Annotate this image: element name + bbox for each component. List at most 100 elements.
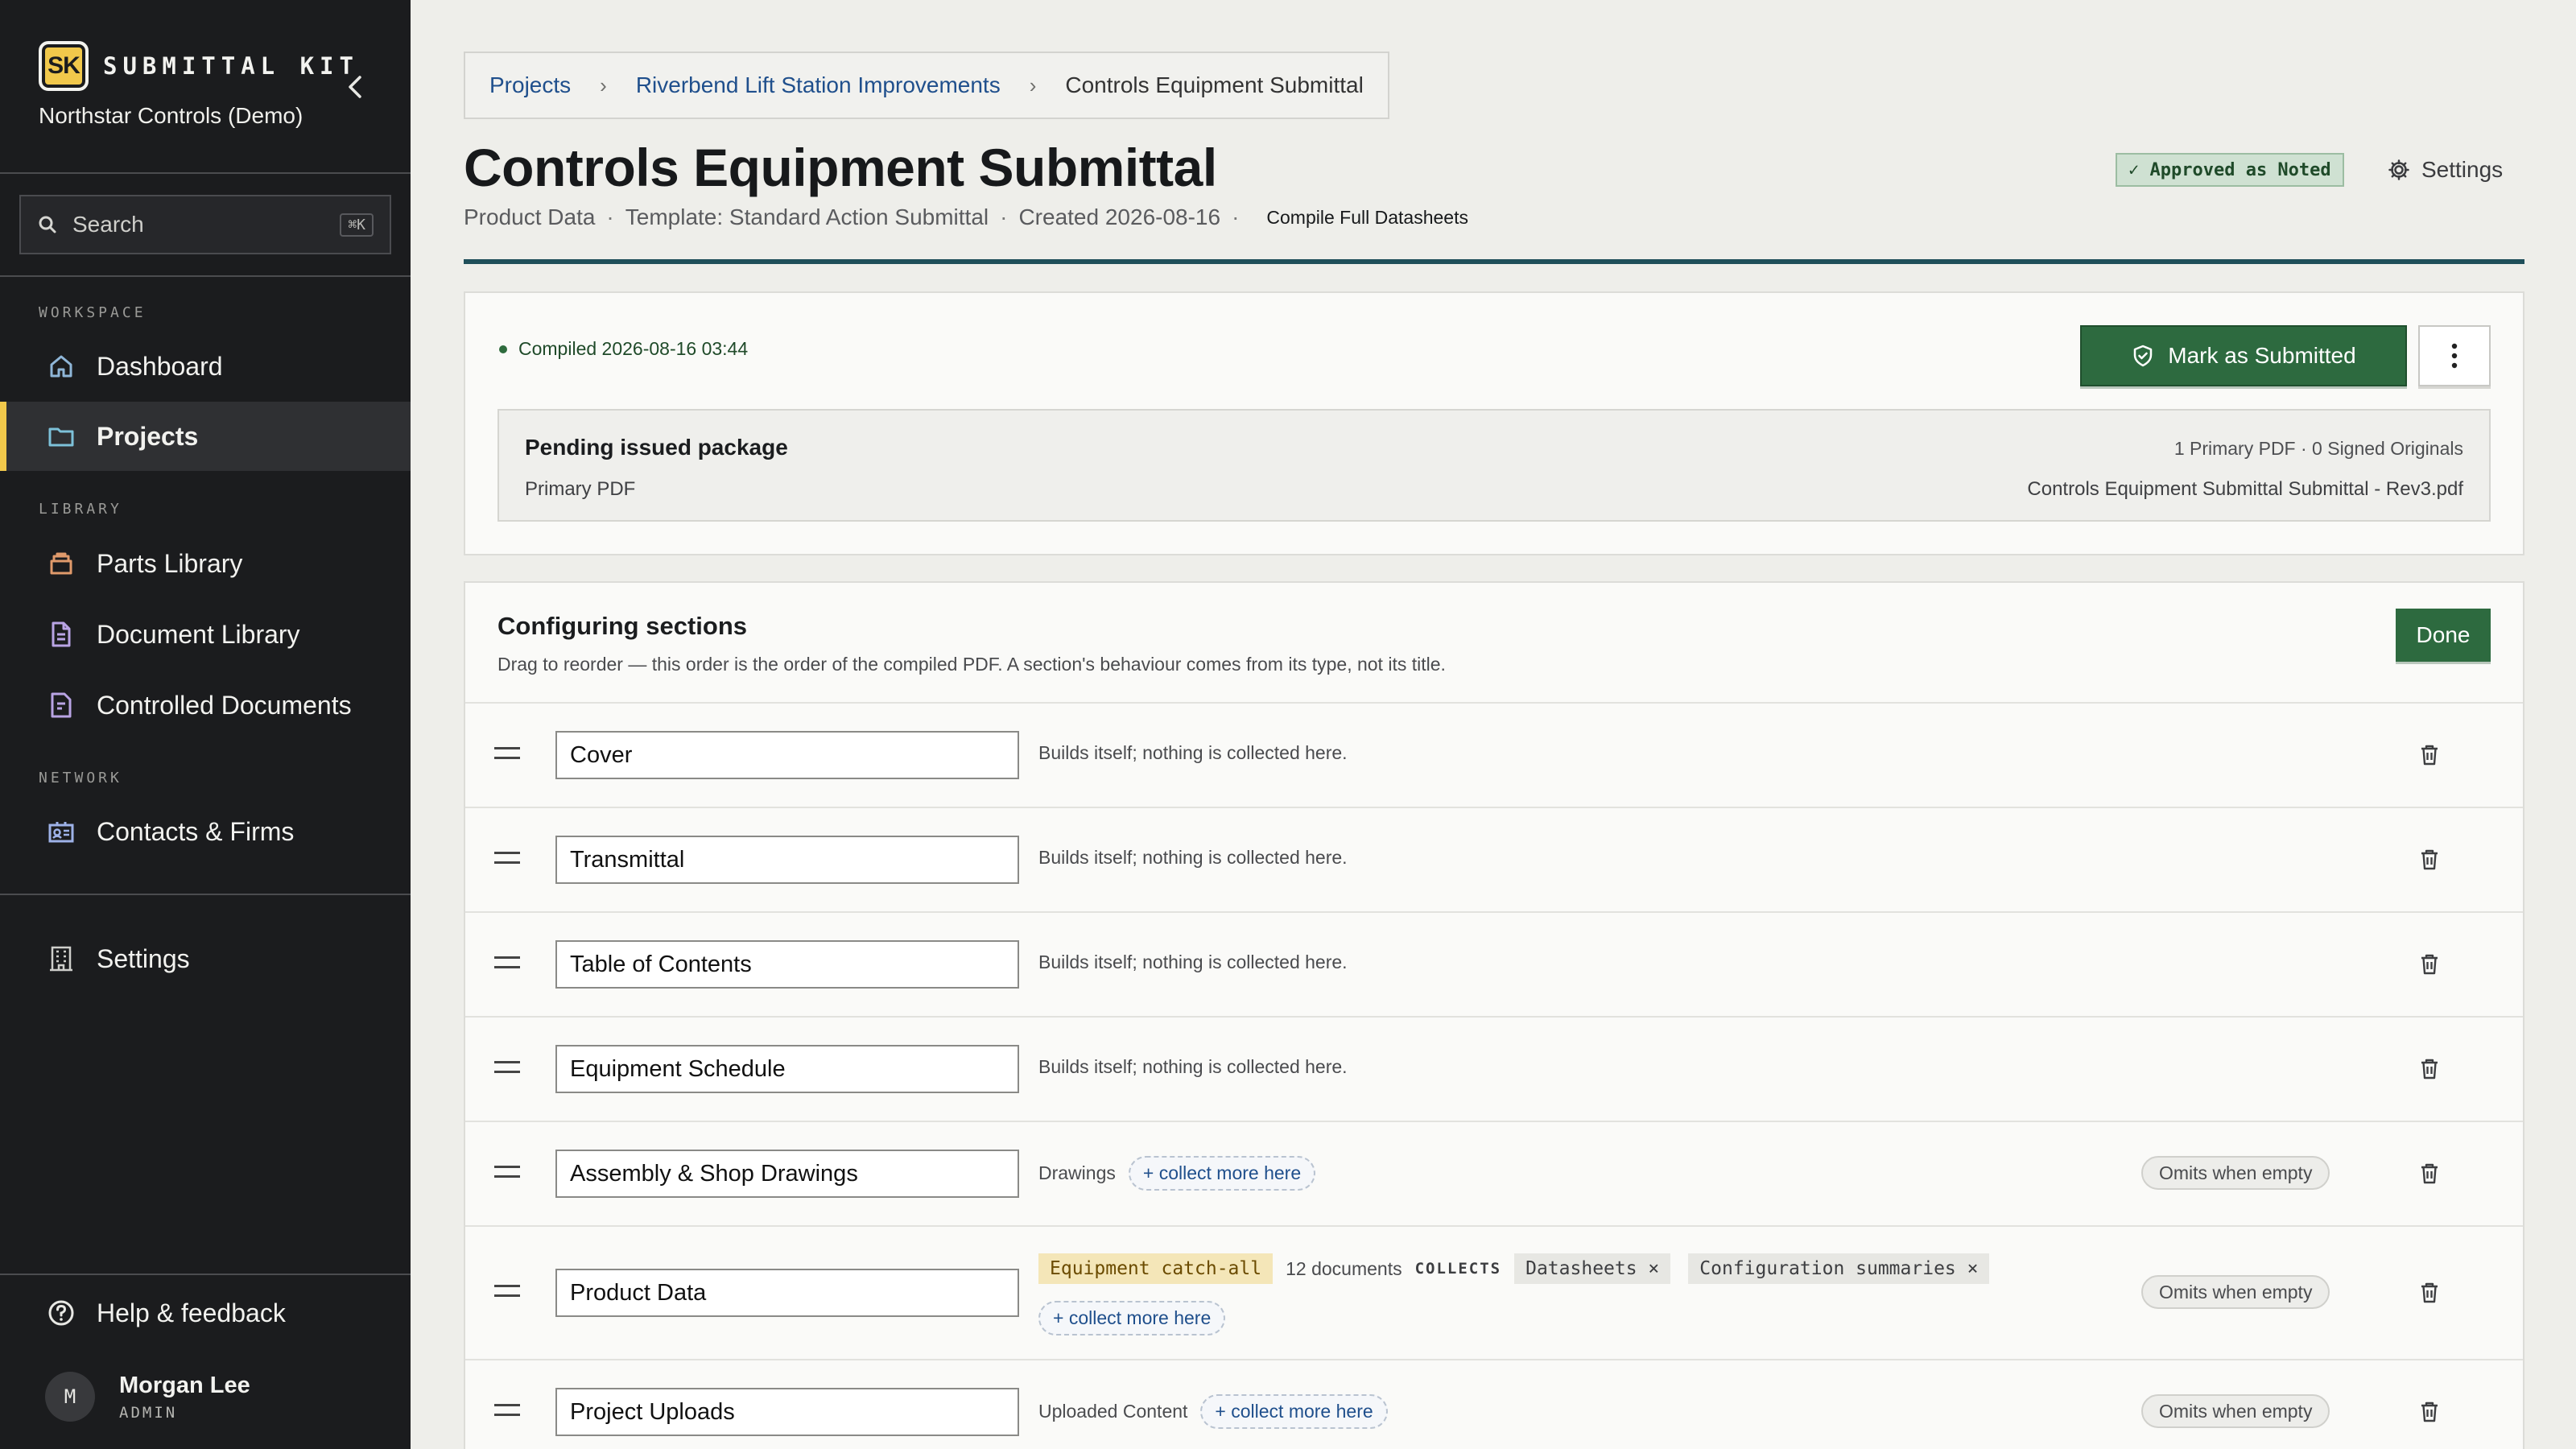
section-name-input[interactable]	[555, 731, 1019, 779]
separator-dot: ·	[1232, 204, 1240, 229]
trash-icon	[2421, 1402, 2438, 1422]
pending-title: Pending issued package	[525, 435, 788, 460]
user-menu[interactable]: M Morgan Lee ADMIN	[45, 1372, 250, 1422]
section-note: Builds itself; nothing is collected here…	[1038, 742, 1348, 763]
sidebar-item-settings[interactable]: Settings	[0, 924, 411, 993]
shield-check-icon	[2134, 345, 2153, 367]
main-content: Projects › Riverbend Lift Station Improv…	[411, 0, 2576, 1449]
sidebar-item-document-library[interactable]: Document Library	[0, 600, 411, 669]
sidebar-item-projects[interactable]: Projects	[0, 402, 411, 471]
section-note: Drawings	[1038, 1162, 1116, 1183]
delete-section-button[interactable]	[2415, 1278, 2444, 1307]
done-button[interactable]: Done	[2396, 609, 2491, 662]
collect-chip[interactable]: Configuration summaries ×	[1688, 1253, 1990, 1284]
configure-sections-description: Drag to reorder — this order is the orde…	[497, 654, 1446, 675]
chevron-left-icon	[349, 76, 361, 98]
drag-handle-icon[interactable]	[494, 1404, 520, 1423]
collect-more-button[interactable]: + collect more here	[1200, 1393, 1388, 1429]
page-meta: Product Data · Template: Standard Action…	[464, 204, 1468, 230]
section-name-input[interactable]	[555, 1269, 1019, 1317]
separator-dot: ·	[606, 204, 614, 229]
trash-icon	[2421, 954, 2438, 975]
drag-handle-icon[interactable]	[494, 1061, 520, 1080]
chevron-right-icon: ›	[600, 72, 607, 97]
configure-sections-title: Configuring sections	[497, 612, 747, 640]
section-name-input[interactable]	[555, 1045, 1019, 1093]
box-icon	[45, 547, 77, 580]
drag-handle-icon[interactable]	[494, 956, 520, 976]
section-label-workspace: WORKSPACE	[39, 304, 147, 321]
sidebar-item-label: Parts Library	[97, 548, 243, 578]
settings-label: Settings	[2421, 157, 2504, 182]
drag-handle-icon[interactable]	[494, 1285, 520, 1304]
section-row: Drawings + collect more here Omits when …	[465, 1121, 2523, 1225]
compile-status-text: Compiled 2026-08-16 03:44	[518, 338, 749, 359]
mark-as-submitted-button[interactable]: Mark as Submitted	[2080, 325, 2407, 386]
section-row: Builds itself; nothing is collected here…	[465, 702, 2523, 807]
document-count: 12 documents	[1286, 1257, 1402, 1279]
app-logo: SK	[39, 41, 89, 91]
sidebar-item-help[interactable]: Help & feedback	[0, 1278, 411, 1348]
drag-handle-icon[interactable]	[494, 1166, 520, 1185]
delete-section-button[interactable]	[2415, 1397, 2444, 1426]
compile-status: Compiled 2026-08-16 03:44	[499, 338, 748, 360]
delete-section-button[interactable]	[2415, 950, 2444, 979]
delete-section-button[interactable]	[2415, 845, 2444, 874]
app-name: SUBMITTAL KIT	[103, 52, 359, 80]
section-name-input[interactable]	[555, 1150, 1019, 1198]
omits-when-empty-toggle[interactable]: Omits when empty	[2141, 1156, 2330, 1190]
omits-when-empty-toggle[interactable]: Omits when empty	[2141, 1394, 2330, 1428]
section-name-input[interactable]	[555, 940, 1019, 989]
pending-filename[interactable]: Controls Equipment Submittal Submittal -…	[2027, 478, 2463, 501]
omits-when-empty-toggle[interactable]: Omits when empty	[2141, 1275, 2330, 1309]
status-badge: ✓ Approved as Noted	[2116, 153, 2344, 187]
section-row: Equipment catch-all 12 documents COLLECT…	[465, 1225, 2523, 1359]
breadcrumb-link-project[interactable]: Riverbend Lift Station Improvements	[636, 72, 1001, 98]
delete-section-button[interactable]	[2415, 1159, 2444, 1188]
user-name: Morgan Lee	[119, 1372, 250, 1398]
section-note: Builds itself; nothing is collected here…	[1038, 952, 1348, 972]
sidebar-item-label: Document Library	[97, 619, 300, 649]
collect-more-button[interactable]: + collect more here	[1128, 1155, 1316, 1191]
compile-datasheets-link[interactable]: Compile Full Datasheets	[1266, 207, 1468, 229]
drag-handle-icon[interactable]	[494, 747, 520, 766]
building-icon	[45, 943, 77, 975]
section-note: Builds itself; nothing is collected here…	[1038, 847, 1348, 868]
collapse-sidebar-button[interactable]	[338, 69, 374, 105]
collect-chip[interactable]: Datasheets ×	[1514, 1253, 1671, 1284]
user-role: ADMIN	[119, 1403, 178, 1422]
breadcrumb-current: Controls Equipment Submittal	[1065, 72, 1364, 97]
section-name-input[interactable]	[555, 1388, 1019, 1436]
brand[interactable]: SK SUBMITTAL KIT	[39, 40, 359, 92]
section-label-library: LIBRARY	[39, 501, 122, 518]
compile-card: Compiled 2026-08-16 03:44 Mark as Submit…	[464, 291, 2524, 555]
search-input[interactable]: Search ⌘K	[19, 195, 391, 254]
sidebar-item-label: Dashboard	[97, 351, 223, 381]
meta-created: Created 2026-08-16	[1018, 204, 1221, 229]
search-icon	[39, 216, 56, 233]
collect-more-button[interactable]: + collect more here	[1038, 1300, 1226, 1335]
separator-dot: ·	[1000, 204, 1008, 229]
section-name-input[interactable]	[555, 836, 1019, 884]
delete-section-button[interactable]	[2415, 1055, 2444, 1084]
sidebar-item-controlled-documents[interactable]: Controlled Documents	[0, 671, 411, 740]
section-collect-row: Uploaded Content + collect more here	[1038, 1391, 1388, 1431]
sidebar-item-dashboard[interactable]: Dashboard	[0, 332, 411, 401]
sidebar-item-label: Projects	[97, 421, 199, 451]
sidebar-item-parts-library[interactable]: Parts Library	[0, 529, 411, 598]
sidebar-item-contacts-firms[interactable]: Contacts & Firms	[0, 797, 411, 866]
section-note: Uploaded Content	[1038, 1400, 1188, 1422]
section-collect-row: Equipment catch-all 12 documents COLLECT…	[1038, 1251, 1990, 1286]
drag-handle-icon[interactable]	[494, 852, 520, 871]
trash-icon	[2421, 1282, 2438, 1303]
folder-icon	[45, 420, 77, 452]
status-dot-icon	[499, 345, 507, 353]
sidebar-item-label: Contacts & Firms	[97, 816, 295, 846]
document-icon	[45, 618, 77, 650]
delete-section-button[interactable]	[2415, 741, 2444, 770]
sidebar: SK SUBMITTAL KIT Northstar Controls (Dem…	[0, 0, 411, 1449]
more-actions-button[interactable]	[2418, 325, 2491, 386]
kebab-menu-icon	[2451, 343, 2458, 369]
breadcrumb-link-projects[interactable]: Projects	[489, 72, 571, 98]
settings-button[interactable]: Settings	[2388, 153, 2503, 187]
